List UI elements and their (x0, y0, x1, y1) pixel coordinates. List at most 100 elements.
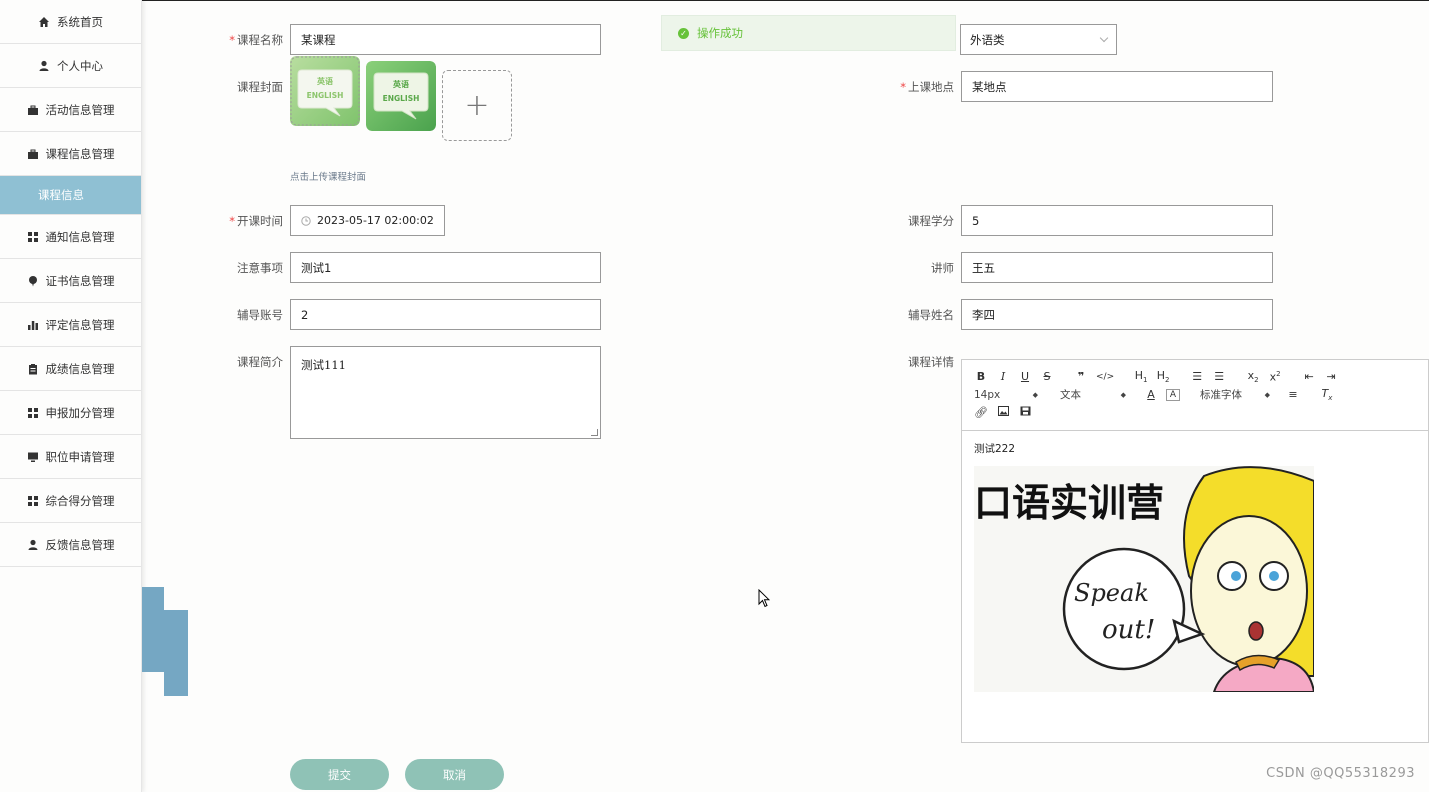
svg-text:英语: 英语 (392, 79, 409, 89)
check-circle-icon: ✓ (678, 27, 689, 39)
sidebar-item-label: 课程信息管理 (45, 146, 115, 161)
sidebar-item-label: 职位申请管理 (45, 449, 115, 464)
sidebar-subitem-course-info[interactable]: 课程信息 (0, 176, 141, 215)
link-icon[interactable]: 🔗︎ (974, 406, 988, 419)
sidebar-item-label: 活动信息管理 (45, 102, 115, 117)
user-icon (38, 60, 50, 72)
subscript-icon[interactable]: x2 (1246, 369, 1260, 384)
user-icon (27, 539, 39, 551)
sidebar-item-label: 评定信息管理 (45, 317, 115, 332)
sidebar-item-label: 通知信息管理 (45, 229, 115, 244)
font-size-select[interactable]: 14px ◆ (974, 389, 1038, 401)
sidebar-item-label: 系统首页 (57, 14, 103, 29)
watermark: CSDN @QQ55318293 (1266, 766, 1415, 781)
grid-icon (27, 231, 39, 243)
svg-text:英语: 英语 (316, 76, 333, 86)
sidebar-item-evaluation[interactable]: 评定信息管理 (0, 303, 141, 347)
cancel-button[interactable]: 取消 (405, 759, 504, 790)
ordered-list-icon[interactable]: ☰ (1190, 370, 1204, 383)
sidebar-item-label: 个人中心 (57, 58, 103, 73)
sidebar-item-label: 反馈信息管理 (45, 537, 115, 552)
editor-embedded-image[interactable]: 口语实训营 Speak out! (974, 466, 1314, 692)
sidebar-item-notice[interactable]: 通知信息管理 (0, 215, 141, 259)
clock-icon (301, 215, 311, 226)
align-icon[interactable]: ≡ (1286, 388, 1300, 401)
intro-textarea[interactable]: 测试111 (290, 346, 601, 439)
cover-image-2[interactable]: 英语 ENGLISH (366, 61, 436, 131)
underline-icon[interactable]: U (1018, 370, 1032, 383)
sidebar-item-label: 证书信息管理 (45, 273, 115, 288)
indent-icon[interactable]: ⇥ (1324, 370, 1338, 383)
lecturer-label: 讲师 (931, 261, 954, 275)
tutor-name-input[interactable]: 李四 (961, 299, 1273, 330)
blockquote-icon[interactable]: ❞ (1074, 370, 1088, 383)
sidebar-item-activity[interactable]: 活动信息管理 (0, 88, 141, 132)
strikethrough-icon[interactable]: S (1040, 370, 1054, 383)
code-block-icon[interactable]: </> (1096, 372, 1114, 382)
home-icon (38, 16, 50, 28)
font-family-select[interactable]: 标准字体 ◆ (1200, 387, 1270, 402)
lecturer-input[interactable]: 王五 (961, 252, 1273, 283)
plus-icon: + (464, 88, 490, 123)
credits-input[interactable]: 5 (961, 205, 1273, 236)
sidebar-item-certificate[interactable]: 证书信息管理 (0, 259, 141, 303)
font-color-icon[interactable]: A (1144, 388, 1158, 401)
outdent-icon[interactable]: ⇤ (1302, 370, 1316, 383)
svg-text:ENGLISH: ENGLISH (307, 91, 344, 100)
svg-text:Speak: Speak (1074, 579, 1149, 607)
tutor-account-label: 辅导账号 (237, 308, 283, 322)
tutor-name-label: 辅导姓名 (908, 308, 954, 322)
briefcase-icon (27, 148, 39, 160)
location-input[interactable]: 某地点 (961, 71, 1273, 102)
bold-icon[interactable]: B (974, 370, 988, 383)
sidebar-item-grades[interactable]: 成绩信息管理 (0, 347, 141, 391)
text-type-select[interactable]: 文本 ◆ (1060, 387, 1126, 402)
italic-icon[interactable]: I (996, 370, 1010, 383)
image-icon[interactable] (996, 406, 1010, 419)
sidebar-item-bonus[interactable]: 申报加分管理 (0, 391, 141, 435)
heading2-icon[interactable]: H2 (1156, 369, 1170, 384)
bullet-list-icon[interactable]: ☰ (1212, 370, 1226, 383)
sidebar-item-course[interactable]: 课程信息管理 (0, 132, 141, 176)
sidebar-item-profile[interactable]: 个人中心 (0, 44, 141, 88)
location-label: * 上课地点 (900, 80, 954, 94)
course-name-label: * 课程名称 (229, 33, 283, 47)
grid-icon (27, 407, 39, 419)
course-name-input[interactable]: 某课程 (290, 24, 601, 55)
submit-button[interactable]: 提交 (290, 759, 389, 790)
heading1-icon[interactable]: H1 (1134, 369, 1148, 384)
top-border (0, 0, 1429, 1)
svg-text:ENGLISH: ENGLISH (383, 94, 420, 103)
rich-text-editor[interactable]: B I U S ❞ </> H1 H2 ☰ ☰ x2 x2 ⇤ ⇥ 14px ◆ … (961, 359, 1429, 743)
sidebar-item-label: 课程信息 (38, 188, 84, 202)
video-icon[interactable] (1018, 406, 1032, 419)
sidebar-item-job[interactable]: 职位申请管理 (0, 435, 141, 479)
cover-image-1[interactable]: 英语 ENGLISH (290, 56, 360, 126)
success-toast: ✓ 操作成功 (661, 15, 956, 51)
sidebar-item-label: 综合得分管理 (45, 493, 115, 508)
start-time-picker[interactable]: 2023-05-17 02:00:02 (290, 205, 445, 236)
sidebar-item-home[interactable]: 系统首页 (0, 0, 141, 44)
sidebar-item-feedback[interactable]: 反馈信息管理 (0, 523, 141, 567)
tutor-account-input[interactable]: 2 (290, 299, 601, 330)
briefcase-icon (27, 104, 39, 116)
resize-handle-icon[interactable] (591, 429, 598, 436)
superscript-icon[interactable]: x2 (1268, 370, 1282, 384)
grid-icon (27, 495, 39, 507)
editor-content[interactable]: 测试222 (962, 431, 1428, 466)
credits-label: 课程学分 (908, 214, 954, 228)
cover-upload-hint: 点击上传课程封面 (290, 172, 367, 183)
notes-input[interactable]: 测试1 (290, 252, 601, 283)
upload-cover-button[interactable]: + (442, 70, 512, 141)
clear-format-icon[interactable]: Tx (1320, 387, 1334, 402)
decorative-block (142, 587, 164, 672)
monitor-icon (27, 451, 39, 463)
category-select[interactable]: 外语类 (960, 24, 1117, 55)
background-color-icon[interactable]: A (1166, 388, 1180, 401)
editor-text: 测试222 (974, 443, 1016, 455)
sidebar-item-score[interactable]: 综合得分管理 (0, 479, 141, 523)
bar-chart-icon (27, 319, 39, 331)
sidebar-item-label: 申报加分管理 (45, 405, 115, 420)
intro-label: 课程简介 (237, 355, 283, 369)
details-label: 课程详情 (908, 355, 954, 369)
